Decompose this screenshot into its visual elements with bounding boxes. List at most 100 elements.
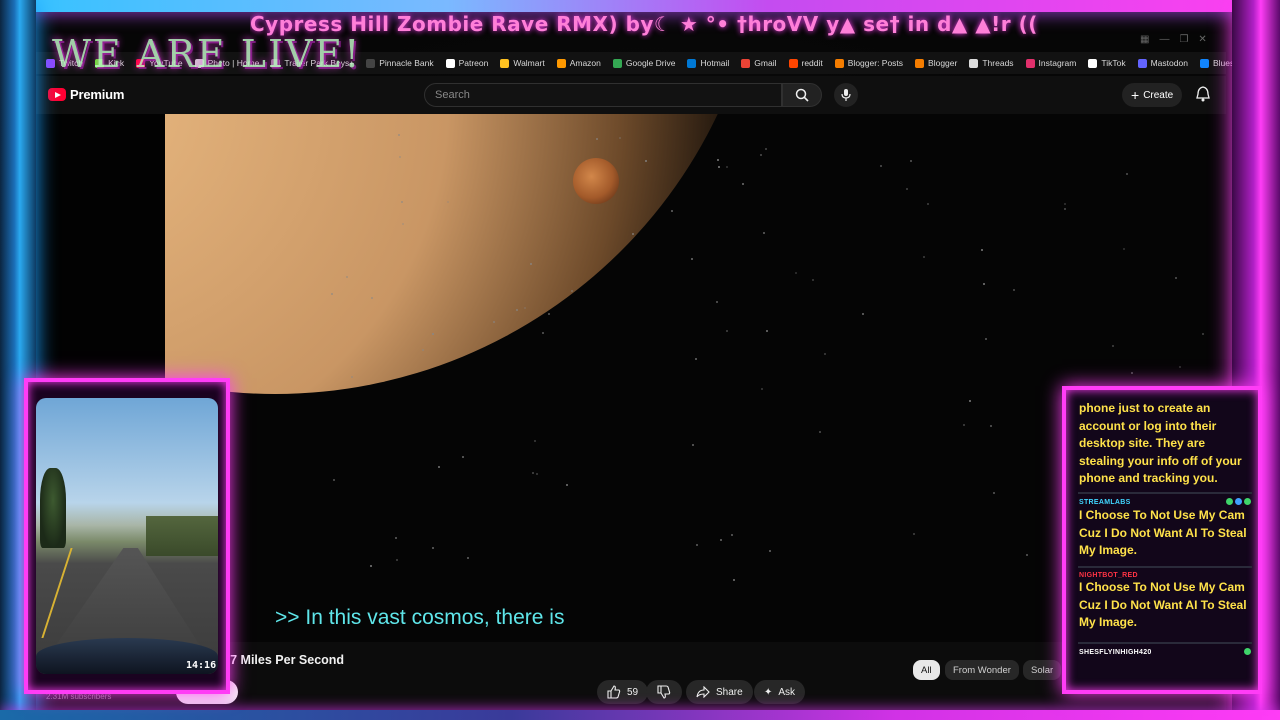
filter-chip[interactable]: All [913,660,940,680]
search-input[interactable]: Search [424,83,782,107]
bookmark-item[interactable]: Instagram [1025,58,1077,68]
chat-divider [1078,642,1252,644]
star [671,210,674,213]
chat-username[interactable]: STREAMLABS [1079,499,1131,506]
youtube-play-icon [48,88,66,101]
chat-message-text: phone just to create an account or log i… [1079,401,1242,485]
chat-username[interactable]: NIGHTBOT_RED [1079,572,1138,579]
neon-frame-bottom [0,710,1280,720]
youtube-logo[interactable]: Premium [48,87,124,102]
voice-search-button[interactable] [834,83,858,107]
chat-message: SHESFLYINHIGH420 [1079,648,1251,657]
bookmark-item[interactable]: Patreon [445,58,488,68]
moon [573,158,619,204]
star [984,338,987,341]
star [1064,203,1067,206]
dislike-button[interactable] [646,680,682,704]
bookmark-label: Mastodon [1150,58,1188,68]
chat-divider [1078,492,1252,494]
star [742,182,745,185]
share-icon [696,686,710,698]
filter-chip[interactable]: Solar [1023,660,1062,680]
notifications-button[interactable] [1196,86,1210,107]
star [1126,173,1129,176]
star [401,222,404,225]
ask-button[interactable]: ✦ Ask [754,680,806,704]
star [720,538,723,541]
star [1122,248,1125,251]
star [332,479,335,482]
bookmark-item[interactable]: Threads [969,58,1014,68]
thumbs-down-icon [657,685,671,699]
bookmark-favicon-icon [687,58,697,68]
bookmark-favicon-icon [500,58,510,68]
we-are-live-banner: WE ARE LIVE! [52,32,362,76]
bookmark-item[interactable]: Pinnacle Bank [366,58,434,68]
thumbs-up-icon [607,685,621,699]
star [1025,553,1028,556]
star [394,537,397,540]
bookmark-label: Threads [982,58,1014,68]
bookmark-favicon-icon [969,58,979,68]
filter-chip[interactable]: From Wonder [945,660,1019,680]
bookmark-label: Instagram [1038,58,1077,68]
bookmark-favicon-icon [1137,58,1147,68]
minimize-icon[interactable]: — [1159,34,1169,45]
star [912,532,915,535]
star [794,271,797,274]
bookmark-item[interactable]: Hotmail [687,58,729,68]
dashcam-panel: 14:16:20 [24,378,230,694]
create-button[interactable]: + Create [1122,83,1183,107]
star [694,357,697,360]
bookmark-item[interactable]: Amazon [556,58,601,68]
restore-icon[interactable]: ❐ [1179,34,1188,45]
chat-message: NIGHTBOT_RED I Choose To Not Use My Cam C… [1079,572,1251,632]
dashcam-feed: 14:16:20 [36,398,218,674]
bookmark-item[interactable]: Mastodon [1137,58,1188,68]
bookmark-label: Blogger: Posts [847,58,904,68]
chat-username[interactable]: SHESFLYINHIGH420 [1079,649,1152,656]
road-center-line [41,548,73,638]
bookmark-item[interactable]: Blogger: Posts [834,58,904,68]
chat-message-text: I Choose To Not Use My Cam Cuz I Do Not … [1079,508,1247,557]
bookmark-item[interactable]: reddit [788,58,823,68]
star [768,550,771,552]
star [880,164,883,167]
bookmark-favicon-icon [741,58,751,68]
star [990,424,993,427]
bookmark-favicon-icon [1199,58,1209,68]
bookmark-label: Google Drive [625,58,676,68]
bookmark-item[interactable]: Gmail [741,58,777,68]
bookmark-label: reddit [801,58,823,68]
star [1063,207,1066,210]
extensions-icon[interactable]: ▦ [1140,34,1149,45]
bookmark-item[interactable]: Blogger [915,58,957,68]
bookmark-item[interactable]: TikTok [1088,58,1126,68]
star [927,203,930,206]
search-button[interactable] [782,83,822,107]
star [726,330,729,333]
star [400,200,403,203]
bookmark-item[interactable]: Google Drive [612,58,676,68]
bookmark-item[interactable]: Walmart [500,58,545,68]
video-caption: >> In this vast cosmos, there is [275,606,565,629]
close-icon[interactable]: ✕ [1198,34,1206,45]
star [438,466,441,469]
star [466,556,469,559]
plus-icon: + [1131,87,1140,103]
star [861,312,864,315]
bookmark-favicon-icon [445,58,455,68]
star [766,330,769,333]
star [717,166,720,169]
star [462,456,465,459]
star [732,578,735,581]
star [761,387,764,390]
star [696,544,699,547]
live-chat-panel: phone just to create an account or log i… [1062,386,1262,694]
star [811,279,814,282]
like-button[interactable]: 59 [597,680,649,704]
share-button[interactable]: Share [686,680,753,704]
star [762,232,765,235]
star [823,353,826,355]
share-label: Share [716,686,743,698]
